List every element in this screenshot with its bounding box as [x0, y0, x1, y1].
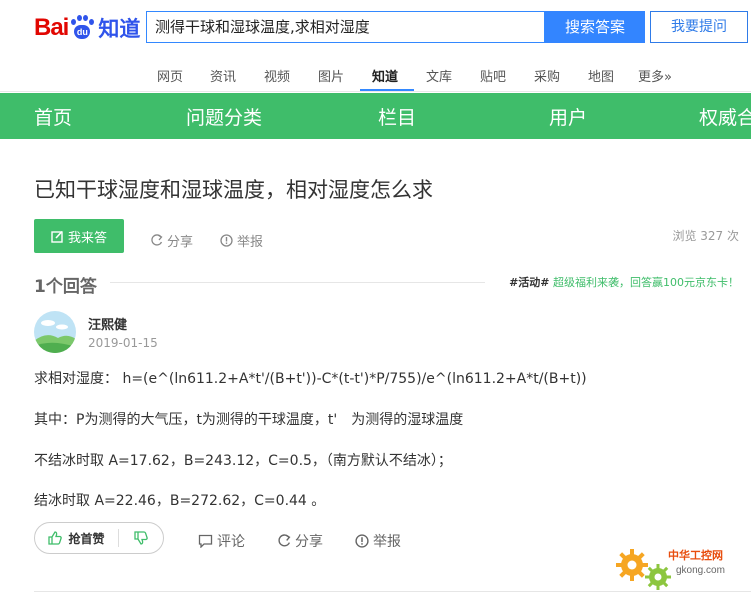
nav-item-tieba[interactable]: 贴吧: [480, 66, 506, 85]
avatar[interactable]: [34, 311, 76, 353]
nav-item-zhidao[interactable]: 知道: [372, 66, 398, 85]
nav-item-more[interactable]: 更多»: [638, 66, 672, 85]
answer-share-label: 分享: [295, 534, 323, 550]
nav-item-news[interactable]: 资讯: [210, 66, 236, 85]
answer-line-2: 其中：P为测得的大气压，t为测得的干球温度，t' 为测得的湿球温度: [34, 412, 464, 428]
vote-box: 抢首赞: [34, 522, 164, 554]
like-button[interactable]: 抢首赞: [35, 530, 118, 547]
nav-item-caigou[interactable]: 采购: [534, 66, 560, 85]
nav-item-map[interactable]: 地图: [588, 66, 614, 85]
nav-item-images[interactable]: 图片: [318, 66, 344, 85]
answer-line-4: 结冰时取 A=22.46，B=272.62，C=0.44 。: [34, 493, 326, 509]
nav-item-web[interactable]: 网页: [157, 66, 183, 85]
share-button[interactable]: 分享: [150, 231, 193, 250]
nav-item-video[interactable]: 视频: [264, 66, 290, 85]
promo-tag: #活动#: [509, 276, 550, 289]
promo-banner[interactable]: #活动# 超级福利来袭，回答赢100元京东卡！: [509, 274, 739, 290]
logo-zhidao: 知道: [98, 17, 141, 41]
logo-bai: Bai: [34, 14, 69, 41]
share-icon: [278, 534, 291, 547]
edit-icon: [51, 230, 63, 243]
report-icon: [220, 234, 233, 247]
thumbs-up-icon: [48, 531, 63, 545]
watermark-title: 中华工控网: [668, 549, 723, 562]
comment-button[interactable]: 评论: [198, 531, 245, 551]
nav-item-wenku[interactable]: 文库: [426, 66, 452, 85]
divider: [110, 282, 485, 283]
category-columns[interactable]: 栏目: [378, 103, 416, 130]
divider: [0, 91, 751, 92]
baidu-zhidao-logo[interactable]: Bai du 知道: [34, 10, 140, 46]
category-bar: 首页 问题分类 栏目 用户 权威合: [0, 93, 751, 139]
logo-du: du: [74, 25, 91, 39]
answer-date: 2019-01-15: [88, 336, 158, 350]
like-label: 抢首赞: [68, 531, 105, 546]
answer-line-1: 求相对湿度： h=(e^(ln611.2+A*t'/(B+t'))-C*(t-t…: [34, 371, 587, 387]
answer-line-3: 不结冰时取 A=17.62，B=243.12，C=0.5，（南方默认不结冰）；: [34, 453, 452, 469]
comment-icon: [198, 534, 213, 548]
promo-text: 超级福利来袭，回答赢100元京东卡！: [549, 276, 739, 289]
dislike-button[interactable]: [119, 531, 163, 545]
share-icon: [151, 234, 163, 246]
answerer-name[interactable]: 汪熙健: [88, 314, 127, 333]
answer-button[interactable]: 我来答: [34, 219, 124, 253]
thumbs-down-icon: [134, 531, 148, 545]
product-nav: 网页 资讯 视频 图片 知道 文库 贴吧 采购 地图 更多»: [0, 56, 751, 92]
category-home[interactable]: 首页: [34, 103, 72, 130]
report-icon: [355, 534, 369, 548]
search-input[interactable]: 测得干球和湿球温度,求相对湿度: [146, 11, 545, 43]
report-button[interactable]: 举报: [220, 231, 263, 250]
answer-report-label: 举报: [373, 534, 401, 550]
category-users[interactable]: 用户: [549, 103, 587, 130]
comment-label: 评论: [217, 534, 245, 550]
answer-button-label: 我来答: [67, 230, 107, 246]
report-label: 举报: [237, 235, 264, 250]
answer-count: 1个回答: [34, 277, 97, 297]
view-count: 浏览 327 次: [672, 229, 739, 243]
question-title: 已知干球湿度和湿球温度，相对湿度怎么求: [34, 178, 433, 202]
share-label: 分享: [167, 235, 194, 250]
gkong-watermark: 中华工控网 gkong.com: [612, 543, 747, 595]
paw-icon: du: [69, 15, 95, 41]
category-authority[interactable]: 权威合: [699, 103, 751, 130]
watermark-url: gkong.com: [676, 565, 725, 576]
answer-share-button[interactable]: 分享: [277, 531, 323, 551]
answer-report-button[interactable]: 举报: [355, 531, 401, 551]
ask-question-button[interactable]: 我要提问: [650, 11, 748, 43]
search-button[interactable]: 搜索答案: [545, 11, 645, 43]
category-question-types[interactable]: 问题分类: [186, 103, 262, 130]
avatar-image: [34, 311, 76, 353]
